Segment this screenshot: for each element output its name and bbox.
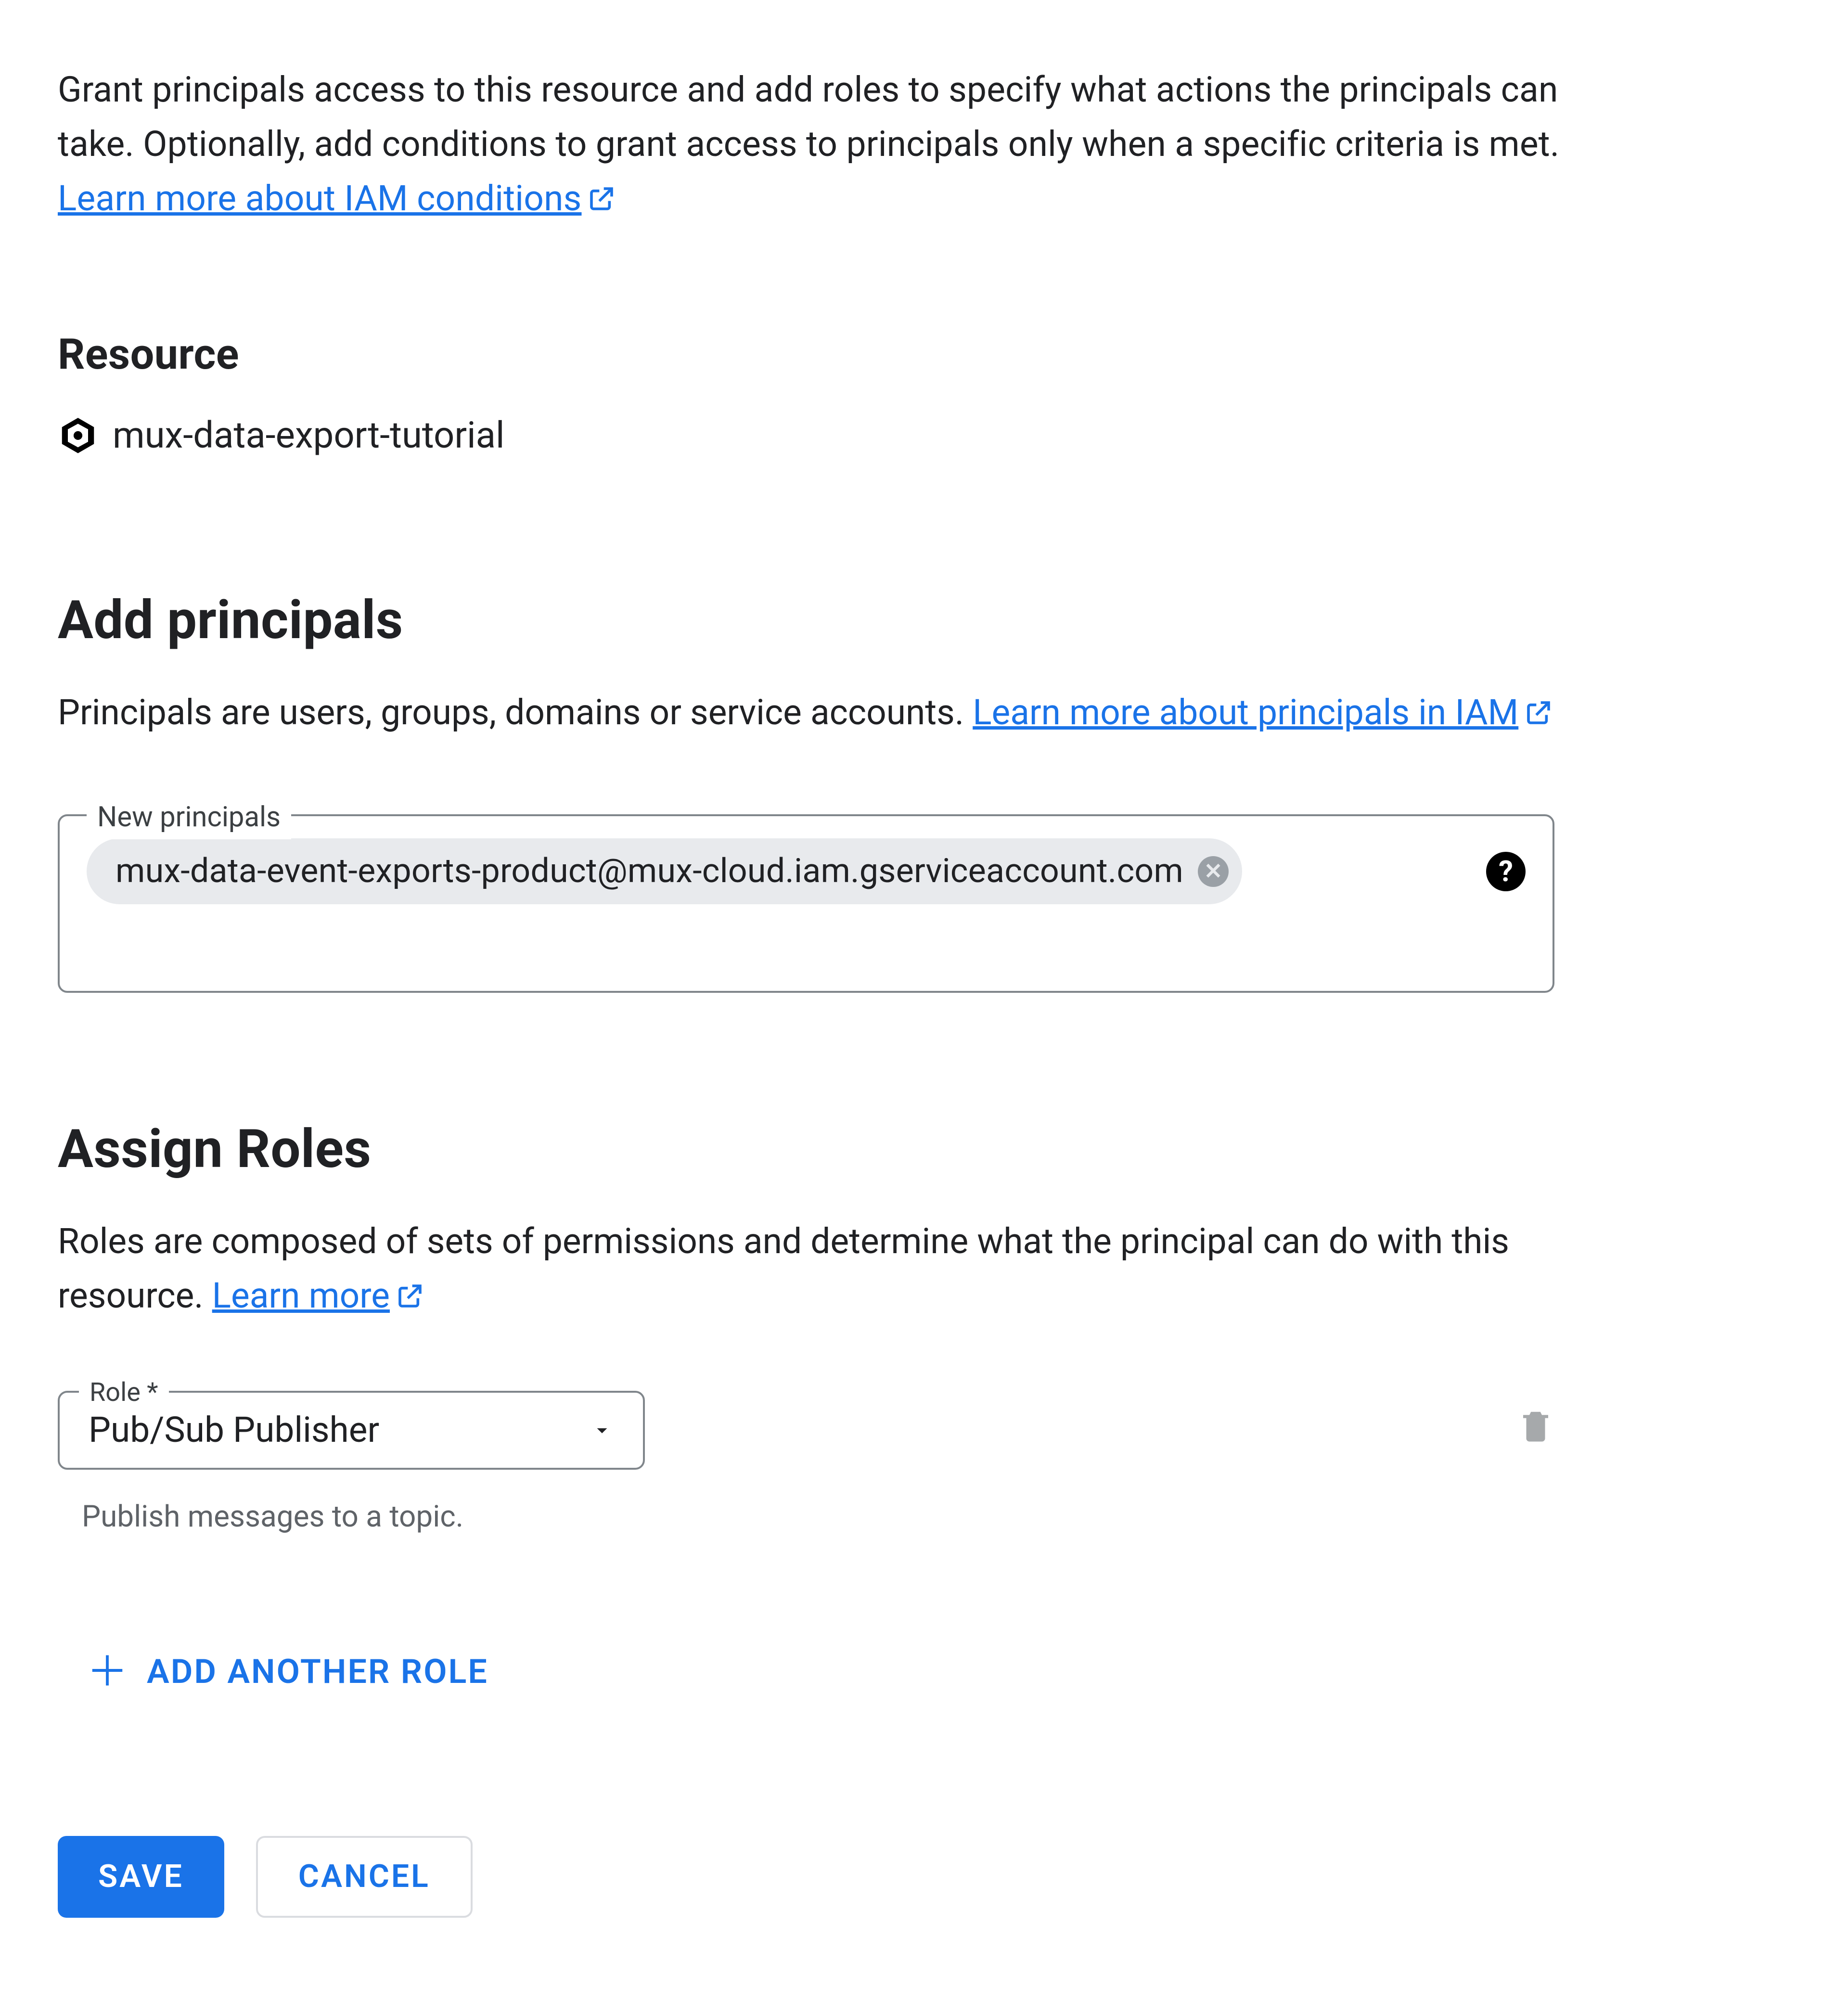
save-label: SAVE xyxy=(98,1852,184,1901)
delete-role-icon[interactable] xyxy=(1517,1407,1554,1445)
new-principals-field[interactable]: New principals mux-data-event-exports-pr… xyxy=(58,814,1554,993)
roles-description: Roles are composed of sets of permission… xyxy=(58,1214,1598,1323)
role-hint: Publish messages to a topic. xyxy=(82,1494,645,1540)
help-icon[interactable]: ? xyxy=(1486,852,1526,891)
add-another-role-label: ADD ANOTHER ROLE xyxy=(147,1646,488,1698)
learn-more-iam-conditions-link[interactable]: Learn more about IAM conditions xyxy=(58,178,615,219)
principal-chip-text: mux-data-event-exports-product@mux-cloud… xyxy=(116,845,1183,898)
cancel-label: CANCEL xyxy=(298,1852,430,1901)
cancel-button[interactable]: CANCEL xyxy=(256,1836,473,1918)
principals-desc-body: Principals are users, groups, domains or… xyxy=(58,692,973,733)
link-label: Learn more about principals in IAM xyxy=(973,692,1518,733)
principal-chip[interactable]: mux-data-event-exports-product@mux-cloud… xyxy=(87,838,1242,904)
intro-body: Grant principals access to this resource… xyxy=(58,69,1559,165)
new-principals-label: New principals xyxy=(87,796,291,839)
add-another-role-button[interactable]: ＋ ADD ANOTHER ROLE xyxy=(87,1646,488,1698)
assign-roles-heading: Assign Roles xyxy=(58,1108,1790,1191)
remove-chip-icon[interactable]: ✕ xyxy=(1198,856,1229,887)
action-row: SAVE CANCEL xyxy=(58,1836,1790,1918)
external-link-icon xyxy=(1525,699,1552,726)
add-principals-heading: Add principals xyxy=(58,579,1790,662)
resource-hex-icon xyxy=(58,415,98,456)
link-label: Learn more about IAM conditions xyxy=(58,178,581,219)
save-button[interactable]: SAVE xyxy=(58,1836,224,1918)
external-link-icon xyxy=(397,1283,424,1309)
resource-heading: Resource xyxy=(58,322,1790,387)
resource-row: mux-data-export-tutorial xyxy=(58,407,1790,464)
external-link-icon xyxy=(588,185,615,212)
principals-description: Principals are users, groups, domains or… xyxy=(58,685,1598,740)
role-field-label: Role * xyxy=(79,1373,169,1413)
learn-more-roles-link[interactable]: Learn more xyxy=(212,1275,424,1316)
intro-text: Grant principals access to this resource… xyxy=(58,63,1598,226)
plus-icon: ＋ xyxy=(87,1651,129,1693)
chevron-down-icon xyxy=(590,1418,614,1442)
resource-name: mux-data-export-tutorial xyxy=(113,407,504,464)
link-label: Learn more xyxy=(212,1275,390,1316)
learn-more-principals-link[interactable]: Learn more about principals in IAM xyxy=(973,692,1552,733)
